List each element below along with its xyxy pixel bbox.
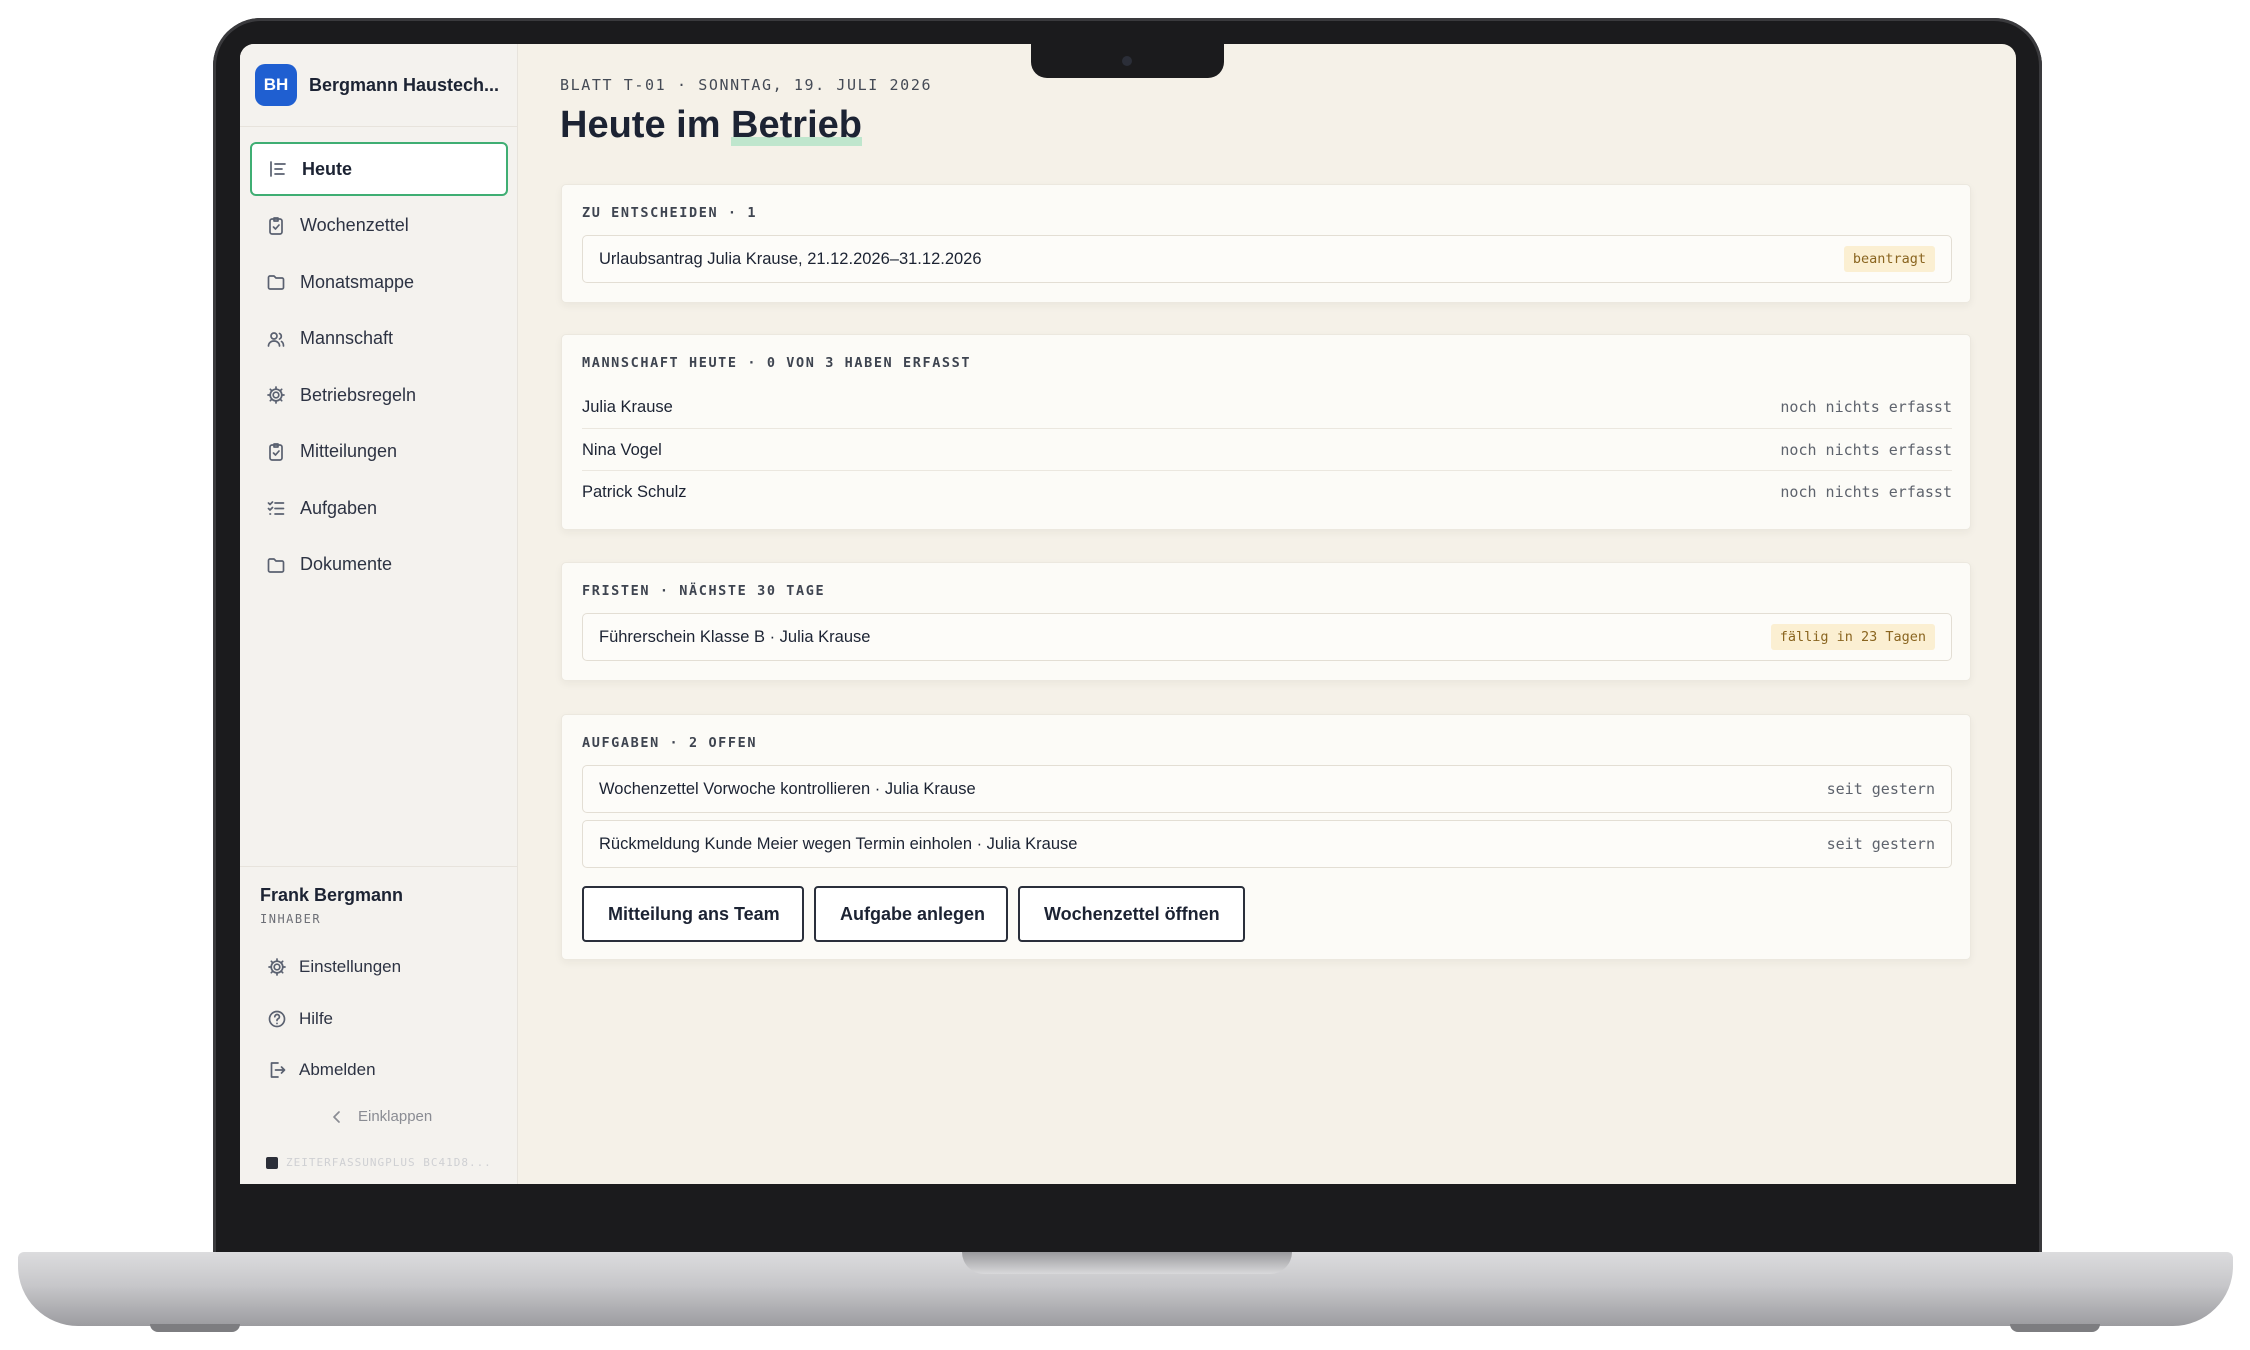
app-logo-icon bbox=[266, 1156, 278, 1169]
settings-label: Einstellungen bbox=[299, 957, 402, 976]
brand[interactable]: BH Bergmann Haustech... bbox=[255, 64, 499, 106]
users-icon bbox=[266, 329, 286, 349]
task-since: seit gestern bbox=[1826, 835, 1935, 853]
team-member-status: noch nichts erfasst bbox=[1780, 483, 1952, 501]
sidebar-item-label: Betriebsregeln bbox=[300, 384, 417, 405]
gear-icon bbox=[267, 957, 287, 977]
logout-icon bbox=[267, 1060, 287, 1080]
help-icon bbox=[267, 1009, 287, 1029]
help-link[interactable]: Hilfe bbox=[267, 1009, 333, 1029]
open-weekly-sheet-button[interactable]: Wochenzettel öffnen bbox=[1018, 886, 1245, 942]
settings-link[interactable]: Einstellungen bbox=[267, 957, 401, 977]
brand-name: Bergmann Haustech... bbox=[309, 74, 500, 95]
sidebar-item-label: Dokumente bbox=[300, 554, 393, 574]
leave-request-text: Urlaubsantrag Julia Krause, 21.12.2026–3… bbox=[599, 249, 982, 268]
laptop-foot-right bbox=[2010, 1324, 2100, 1332]
folder-icon bbox=[266, 272, 286, 292]
team-member-status: noch nichts erfasst bbox=[1780, 441, 1952, 459]
sidebar-item-label: Aufgaben bbox=[300, 497, 378, 518]
status-badge: beantragt bbox=[1843, 246, 1935, 272]
task-row[interactable]: Wochenzettel Vorwoche kontrollieren · Ju… bbox=[582, 765, 1952, 813]
camera-icon bbox=[1122, 56, 1132, 66]
version-label: ZEITERFASSUNGPLUS BC41D8... bbox=[266, 1156, 492, 1169]
sidebar-item-label: Mannschaft bbox=[300, 328, 394, 348]
create-task-button[interactable]: Aufgabe anlegen bbox=[814, 886, 1008, 942]
deadline-row[interactable]: Führerschein Klasse B · Julia Krause fäl… bbox=[582, 613, 1952, 661]
sidebar-item-mannschaft[interactable]: Mannschaft bbox=[250, 312, 508, 366]
help-label: Hilfe bbox=[299, 1009, 334, 1028]
sidebar-item-monatsmappe[interactable]: Monatsmappe bbox=[250, 255, 508, 309]
sidebar-item-wochenzettel[interactable]: Wochenzettel bbox=[250, 199, 508, 253]
collapse-button[interactable]: Einklappen bbox=[330, 1108, 432, 1125]
sidebar-item-label: Monatsmappe bbox=[300, 271, 415, 292]
user-role: INHABER bbox=[260, 912, 322, 926]
app-screen: BH Bergmann Haustech... Heute Wochenzett… bbox=[240, 44, 2016, 1184]
task-row[interactable]: Rückmeldung Kunde Meier wegen Termin ein… bbox=[582, 820, 1952, 868]
logout-link[interactable]: Abmelden bbox=[267, 1060, 376, 1080]
card-heading: MANNSCHAFT HEUTE · 0 VON 3 HABEN ERFASST bbox=[582, 355, 972, 371]
decide-card: ZU ENTSCHEIDEN · 1 Urlaubsantrag Julia K… bbox=[561, 184, 1971, 303]
checklist-icon bbox=[266, 498, 286, 518]
card-heading: ZU ENTSCHEIDEN · 1 bbox=[582, 205, 758, 221]
sidebar-item-dokumente[interactable]: Dokumente bbox=[250, 538, 508, 592]
deadlines-card: FRISTEN · NÄCHSTE 30 TAGE Führerschein K… bbox=[561, 562, 1971, 681]
user-name: Frank Bergmann bbox=[260, 885, 404, 905]
sidebar-divider bbox=[240, 866, 518, 867]
card-heading: FRISTEN · NÄCHSTE 30 TAGE bbox=[582, 583, 826, 599]
due-badge: fällig in 23 Tagen bbox=[1770, 624, 1935, 650]
sidebar-item-aufgaben[interactable]: Aufgaben bbox=[250, 481, 508, 535]
clipboard-icon bbox=[266, 216, 286, 236]
sidebar-item-mitteilungen[interactable]: Mitteilungen bbox=[250, 425, 508, 479]
chevron-left-icon bbox=[330, 1110, 344, 1124]
team-member-status: noch nichts erfasst bbox=[1780, 398, 1952, 416]
sidebar-item-betriebsregeln[interactable]: Betriebsregeln bbox=[250, 368, 508, 422]
collapse-label: Einklappen bbox=[358, 1108, 433, 1125]
folder-icon bbox=[266, 555, 286, 575]
team-member-name: Nina Vogel bbox=[582, 440, 662, 459]
sidebar-divider bbox=[240, 126, 518, 127]
team-row[interactable]: Julia Krause noch nichts erfasst bbox=[582, 386, 1952, 428]
card-heading: AUFGABEN · 2 OFFEN bbox=[582, 735, 758, 751]
brand-logo: BH bbox=[255, 64, 297, 106]
tasks-card: AUFGABEN · 2 OFFEN Wochenzettel Vorwoche… bbox=[561, 714, 1971, 960]
deadline-text: Führerschein Klasse B · Julia Krause bbox=[599, 627, 871, 646]
gear-icon bbox=[266, 385, 286, 405]
logout-label: Abmelden bbox=[299, 1060, 376, 1079]
sidebar-nav: Heute Wochenzettel Monatsmappe Mannschaf… bbox=[250, 142, 508, 594]
page-title: Heute im Betrieb bbox=[560, 104, 862, 146]
leave-request-row[interactable]: Urlaubsantrag Julia Krause, 21.12.2026–3… bbox=[582, 235, 1952, 283]
sheet-meta: BLATT T-01 · SONNTAG, 19. JULI 2026 bbox=[560, 76, 933, 94]
task-text: Rückmeldung Kunde Meier wegen Termin ein… bbox=[599, 834, 1078, 853]
team-row[interactable]: Nina Vogel noch nichts erfasst bbox=[582, 429, 1952, 471]
laptop-foot-left bbox=[150, 1324, 240, 1332]
camera-notch bbox=[1031, 44, 1224, 78]
task-since: seit gestern bbox=[1826, 780, 1935, 798]
list-icon bbox=[268, 159, 288, 179]
sidebar-item-heute[interactable]: Heute bbox=[250, 142, 508, 196]
clipboard-icon bbox=[266, 442, 286, 462]
main-content: BLATT T-01 · SONNTAG, 19. JULI 2026 Heut… bbox=[518, 44, 2016, 1184]
team-row[interactable]: Patrick Schulz noch nichts erfasst bbox=[582, 471, 1952, 513]
sidebar: BH Bergmann Haustech... Heute Wochenzett… bbox=[240, 44, 518, 1184]
task-text: Wochenzettel Vorwoche kontrollieren · Ju… bbox=[599, 779, 976, 798]
team-card: MANNSCHAFT HEUTE · 0 VON 3 HABEN ERFASST… bbox=[561, 334, 1971, 530]
page-title-highlight: Betrieb bbox=[731, 104, 862, 146]
team-member-name: Julia Krause bbox=[582, 397, 673, 416]
sidebar-item-label: Heute bbox=[302, 158, 353, 179]
sidebar-item-label: Mitteilungen bbox=[300, 441, 398, 461]
sidebar-item-label: Wochenzettel bbox=[300, 215, 409, 235]
team-message-button[interactable]: Mitteilung ans Team bbox=[582, 886, 804, 942]
laptop-base-cutout bbox=[962, 1252, 1292, 1274]
team-member-name: Patrick Schulz bbox=[582, 482, 687, 501]
